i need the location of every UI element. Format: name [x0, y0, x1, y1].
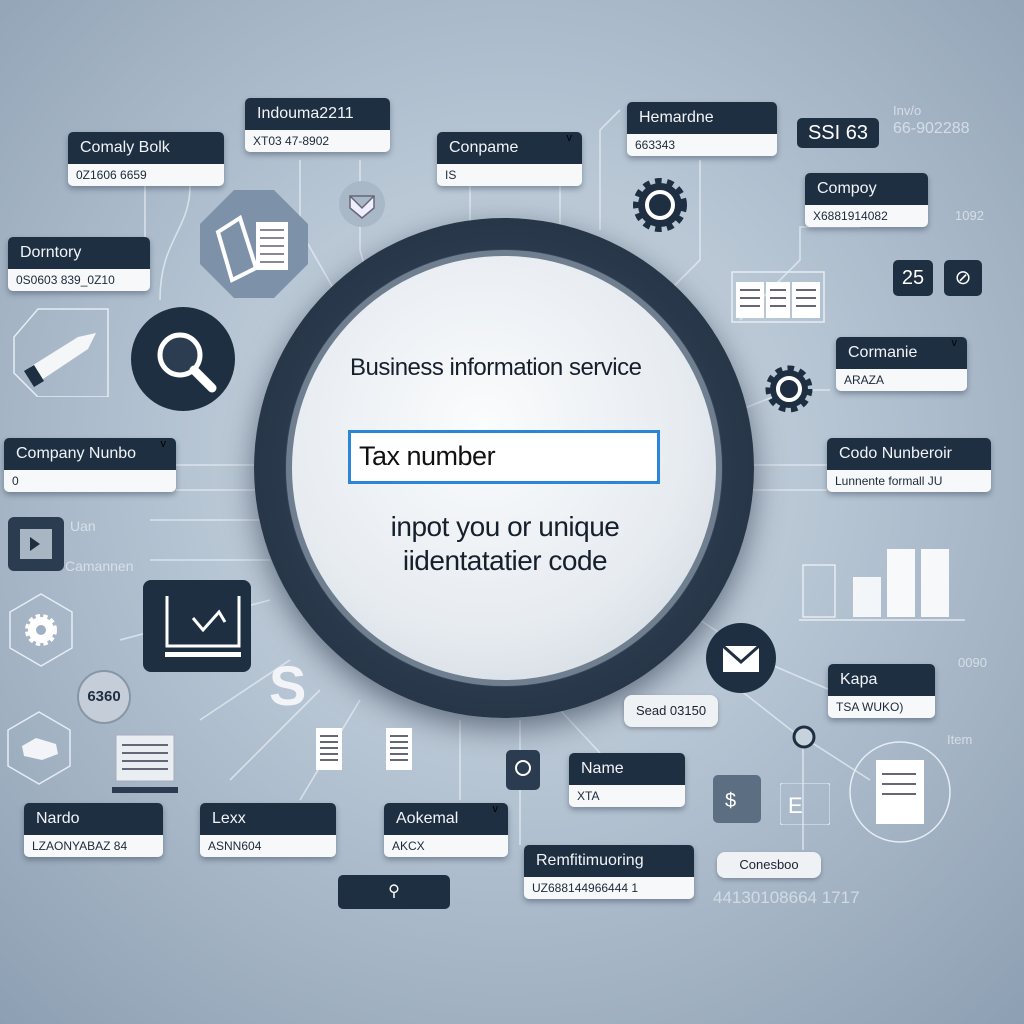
video-icon	[8, 517, 64, 571]
field-card: Comaly Bolk 0Z1606 6659	[68, 132, 224, 186]
tax-number-input[interactable]: Tax number	[348, 430, 660, 484]
chevron-down-icon[interactable]: v	[567, 132, 573, 144]
field-value[interactable]: TSA WUKO)	[828, 696, 935, 718]
field-value[interactable]: X6881914082	[805, 205, 928, 227]
search-icon: ⚲	[388, 883, 400, 900]
field-value[interactable]: 0	[4, 470, 176, 492]
document-icon	[386, 728, 412, 770]
gear-icon	[765, 365, 813, 413]
field-card: Hemardne 663343	[627, 102, 777, 156]
search-button[interactable]: ⚲	[338, 875, 450, 909]
bar-chart-icon	[799, 549, 965, 621]
chart-monitor-icon[interactable]	[143, 580, 251, 672]
conesboo-pill[interactable]: Conesboo	[717, 852, 821, 878]
field-label: Remfitimuoring	[524, 845, 694, 877]
field-value[interactable]: UZ688144966444 1	[524, 877, 694, 899]
field-value[interactable]: XTA	[569, 785, 685, 807]
node-circle-icon	[792, 725, 816, 749]
field-value[interactable]: IS	[437, 164, 582, 186]
field-value[interactable]: ARAZA	[836, 369, 967, 391]
field-label: Compoy	[805, 173, 928, 205]
field-card: Aokemal AKCX v	[384, 803, 508, 857]
inv-value: 66-902288	[893, 120, 970, 137]
field-value[interactable]: ASNN604	[200, 835, 336, 857]
field-value[interactable]: 0S0603 839_0Z10	[8, 269, 150, 291]
page-title: Business information service	[350, 354, 642, 381]
field-label: Hemardne	[627, 102, 777, 134]
zero-badge[interactable]: ⊘	[944, 260, 982, 296]
svg-text:$: $	[725, 790, 736, 812]
sead-pill[interactable]: Sead 03150	[624, 695, 718, 727]
camannen-text: Camannen	[65, 558, 134, 574]
field-label: Name	[569, 753, 685, 785]
field-label: Codo Nunberoir	[827, 438, 991, 470]
code-0090: 0090	[958, 655, 987, 670]
field-label: Cormanie	[836, 337, 967, 369]
field-card: Lexx ASNN604	[200, 803, 336, 857]
field-label: Dorntory	[8, 237, 150, 269]
gear-icon	[633, 178, 687, 232]
field-label: Kapa	[828, 664, 935, 696]
chevron-down-icon[interactable]: v	[161, 438, 167, 450]
field-value[interactable]: 663343	[627, 134, 777, 156]
s-letter-icon: S	[269, 655, 306, 715]
ssi-badge: SSI 63	[797, 118, 879, 148]
chevron-down-icon[interactable]: v	[952, 337, 958, 349]
inv-label: Inv/o	[893, 103, 922, 118]
shield-mail-icon	[339, 181, 385, 227]
code-1092: 1092	[955, 208, 984, 223]
field-value[interactable]: AKCX	[384, 835, 508, 857]
field-card: Dorntory 0S0603 839_0Z10	[8, 237, 150, 291]
document-circle-icon	[849, 741, 951, 843]
field-card: Conpame IS v	[437, 132, 582, 186]
field-label: Company Nunbo	[4, 438, 176, 470]
field-label: Indouma2211	[245, 98, 390, 130]
field-value[interactable]: 0Z1606 6659	[68, 164, 224, 186]
field-card: Compoy X6881914082	[805, 173, 928, 227]
number-text: 44130108664 1717	[713, 888, 860, 907]
mail-icon[interactable]	[705, 622, 777, 694]
settings-hexagon-icon	[9, 593, 73, 667]
book-icon	[731, 271, 825, 323]
field-label: Aokemal	[384, 803, 508, 835]
field-label: Lexx	[200, 803, 336, 835]
handshake-icon	[7, 711, 71, 785]
field-label: Nardo	[24, 803, 163, 835]
field-value[interactable]: XT03 47-8902	[245, 130, 390, 152]
document-hexagon-icon	[200, 190, 308, 298]
field-card: Name XTA	[569, 753, 685, 807]
field-value[interactable]: Lunnente formall JU	[827, 470, 991, 492]
svg-text:E: E	[788, 793, 803, 818]
field-label: Conpame	[437, 132, 582, 164]
field-card: Cormanie ARAZA v	[836, 337, 967, 391]
app-icon: $	[713, 775, 761, 823]
uan-text: Uan	[70, 518, 96, 534]
z-badge[interactable]: 25	[893, 260, 933, 296]
location-icon	[506, 750, 540, 790]
search-icon[interactable]	[130, 306, 236, 412]
field-value[interactable]: LZAONYABAZ 84	[24, 835, 163, 857]
svg-text:S: S	[269, 655, 306, 715]
field-card: Company Nunbo 0 v	[4, 438, 176, 492]
field-card: Nardo LZAONYABAZ 84	[24, 803, 163, 857]
field-label: Comaly Bolk	[68, 132, 224, 164]
pencil-icon	[13, 308, 109, 397]
monitor-icon	[112, 734, 178, 793]
input-hint: inpot you or unique iidentatatier code	[390, 511, 620, 576]
field-card: Indouma2211 XT03 47-8902	[245, 98, 390, 152]
field-card: Remfitimuoring UZ688144966444 1	[524, 845, 694, 899]
field-card: Kapa TSA WUKO)	[828, 664, 935, 718]
excel-icon: E	[780, 783, 830, 825]
document-icon	[316, 728, 342, 770]
chevron-down-icon[interactable]: v	[493, 803, 499, 815]
code-bubble: 6360	[77, 670, 131, 724]
field-card: Codo Nunberoir Lunnente formall JU	[827, 438, 991, 492]
